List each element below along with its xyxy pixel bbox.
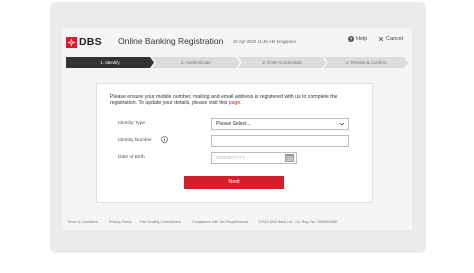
step-review-confirm[interactable]: 4. Review & Confirm [324, 57, 408, 68]
identity-number-label: Identity Number [118, 138, 152, 143]
info-icon[interactable] [161, 136, 168, 143]
dob-placeholder: DD/MM/YYYY [216, 155, 246, 160]
next-button[interactable]: Next [184, 176, 284, 189]
dbs-logo: DBS [66, 36, 102, 48]
close-icon [378, 36, 384, 42]
registration-notice: Please ensure your mobile number, mailin… [110, 94, 360, 107]
footer-privacy-link[interactable]: Privacy Policy [109, 220, 131, 224]
dob-input[interactable]: DD/MM/YYYY [211, 152, 297, 164]
cancel-button[interactable]: Cancel [378, 36, 403, 42]
notice-text: Please ensure your mobile number, mailin… [110, 94, 338, 107]
dbs-star-icon [66, 36, 77, 48]
dob-label: Date of Birth [118, 155, 145, 160]
update-details-link[interactable]: page [229, 100, 241, 106]
footer-fair-dealing-link[interactable]: Fair Dealing Commitment [140, 220, 181, 224]
footer-tax-link[interactable]: Compliance with Tax Requirements [192, 220, 248, 224]
footer-copyright: ©2019 DBS Bank Ltd., Co. Reg. No. 196800… [258, 220, 338, 224]
notice-end: . [240, 100, 242, 107]
timestamp: 20 Apr 2020 11:46 AM Singapore [233, 39, 296, 44]
identity-type-value: Please Select... [216, 121, 251, 127]
step-identify[interactable]: 1. Identify [66, 57, 154, 68]
identity-type-select[interactable]: Please Select... [211, 118, 349, 130]
page-title: Online Banking Registration [118, 36, 224, 46]
step-authenticate[interactable]: 2. Authenticate [152, 57, 240, 68]
help-icon: ? [348, 36, 354, 42]
chevron-down-icon [339, 122, 345, 126]
identity-number-input[interactable] [211, 135, 349, 147]
progress-steps: 1. Identify 2. Authenticate 3. Enter Cre… [66, 57, 408, 68]
cancel-label: Cancel [386, 36, 404, 42]
footer-terms-link[interactable]: Terms & Conditions [67, 220, 98, 224]
help-label: Help [356, 36, 368, 42]
step-enter-credentials[interactable]: 3. Enter Credentials [238, 57, 326, 68]
calendar-icon[interactable] [285, 154, 294, 162]
logo-text: DBS [79, 36, 102, 48]
help-button[interactable]: ? Help [348, 36, 367, 42]
identity-type-label: Identity Type [118, 121, 146, 126]
svg-text:?: ? [350, 37, 353, 42]
